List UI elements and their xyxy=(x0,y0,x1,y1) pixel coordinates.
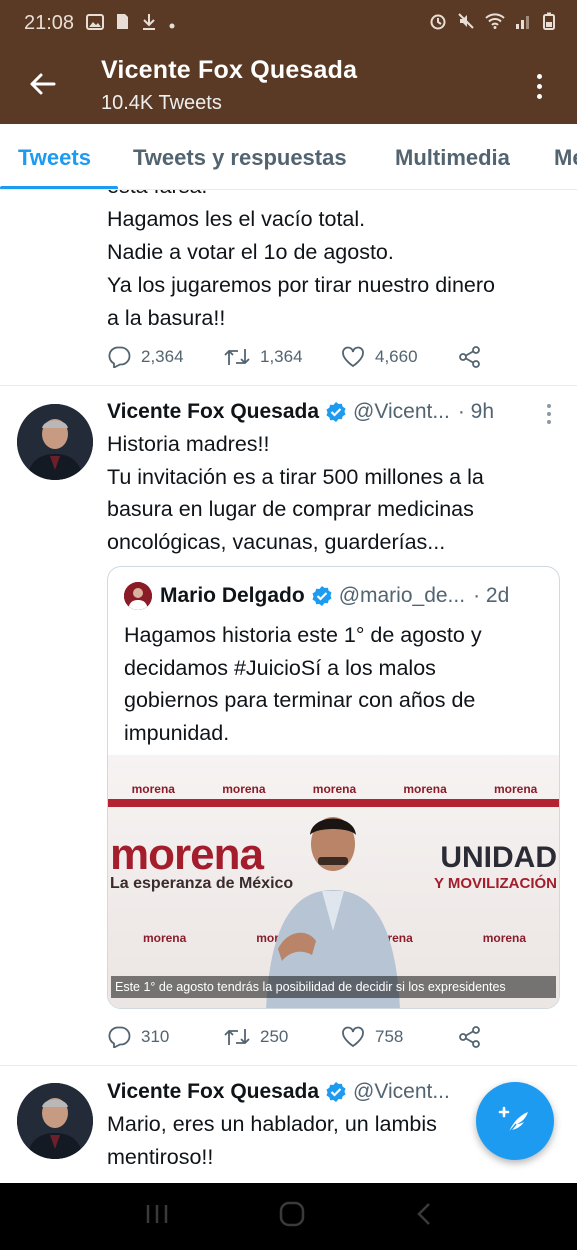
back-arrow-icon xyxy=(30,73,56,95)
tweet-header: Vicente Fox Quesada @Vicent... · 9h xyxy=(107,400,527,424)
system-back-button[interactable] xyxy=(416,1202,432,1231)
share-button[interactable] xyxy=(458,1026,482,1048)
tweet-text: esta farsa. Hagamos les el vacío total. … xyxy=(107,190,495,330)
dot-icon xyxy=(169,15,175,32)
media-slogan: UNIDAD xyxy=(440,841,557,874)
profile-title: Vicente Fox Quesada xyxy=(101,56,358,84)
share-icon xyxy=(459,346,480,368)
heart-icon xyxy=(342,346,364,368)
tab-media[interactable]: Multimedia xyxy=(395,145,510,171)
wifi-icon xyxy=(485,12,505,34)
back-button[interactable] xyxy=(22,64,62,104)
share-button[interactable] xyxy=(458,346,482,368)
retweet-icon xyxy=(224,349,250,365)
tab-likes[interactable]: Me xyxy=(554,145,577,171)
author-name[interactable]: Vicente Fox Quesada xyxy=(107,400,319,424)
heart-icon xyxy=(342,1026,364,1048)
verified-badge-icon xyxy=(325,1081,347,1103)
mute-icon xyxy=(457,12,475,35)
chevron-left-icon xyxy=(417,1203,430,1225)
signal-icon xyxy=(515,13,533,34)
tweet-feed[interactable]: esta farsa. Hagamos les el vacío total. … xyxy=(0,190,577,1183)
retweet-button[interactable]: 1,364 xyxy=(224,347,341,367)
reply-icon xyxy=(108,1026,131,1048)
tweet-actions: 2,364 1,364 4,660 xyxy=(107,346,482,368)
divider xyxy=(0,1065,577,1066)
retweet-icon xyxy=(224,1029,250,1045)
download-icon xyxy=(141,13,157,34)
recent-apps-icon xyxy=(146,1205,168,1223)
tweet-text: Historia madres!! Tu invitación es a tir… xyxy=(107,432,484,554)
quote-text: Hagamos historia este 1° de agosto y dec… xyxy=(124,623,482,745)
battery-icon xyxy=(543,12,555,35)
author-handle: @Vicent... xyxy=(353,400,450,423)
reply-button[interactable]: 310 xyxy=(107,1026,224,1048)
reply-button[interactable]: 2,364 xyxy=(107,346,224,368)
author-handle: @Vicent... xyxy=(353,1080,450,1103)
tweet-header: Vicente Fox Quesada @Vicent... xyxy=(107,1080,497,1104)
tab-tweets[interactable]: Tweets xyxy=(18,145,91,171)
quote-author-name: Mario Delgado xyxy=(160,584,305,607)
home-icon xyxy=(280,1201,305,1227)
tweet-menu-button[interactable] xyxy=(547,404,551,424)
quoted-tweet[interactable]: Mario Delgado @mario_de... · 2d Hagamos … xyxy=(107,566,560,1009)
avatar[interactable] xyxy=(17,1083,93,1159)
verified-badge-icon xyxy=(325,401,347,423)
share-icon xyxy=(459,1026,480,1048)
system-navigation-bar xyxy=(0,1183,577,1250)
status-bar: 21:08 xyxy=(0,0,577,46)
avatar[interactable] xyxy=(17,404,93,480)
verified-badge-icon xyxy=(311,585,333,607)
alarm-icon xyxy=(429,12,447,35)
quote-header: Mario Delgado @mario_de... · 2d xyxy=(124,582,509,610)
video-caption: Este 1° de agosto tendrás la posibilidad… xyxy=(111,976,556,998)
quote-avatar xyxy=(124,582,152,610)
media-slogan-2: Y MOVILIZACIÓN xyxy=(433,875,557,892)
recent-apps-button[interactable] xyxy=(145,1203,169,1230)
status-time: 21:08 xyxy=(24,11,75,34)
tweet-actions: 310 250 758 xyxy=(107,1026,482,1048)
gallery-icon xyxy=(86,13,105,33)
author-name[interactable]: Vicente Fox Quesada xyxy=(107,1080,319,1104)
video-thumbnail[interactable]: morena morena morena morena morena moren… xyxy=(108,755,559,1008)
quote-time: · 2d xyxy=(473,584,510,607)
quote-author-handle: @mario_de... xyxy=(338,584,466,607)
tweet-count: 10.4K Tweets xyxy=(101,92,222,114)
more-options-button[interactable] xyxy=(521,66,557,106)
tweet-time: · 9h xyxy=(457,400,495,423)
divider xyxy=(0,385,577,386)
sim-card-icon xyxy=(116,13,129,33)
retweet-button[interactable]: 250 xyxy=(224,1027,341,1047)
tab-tweets-replies[interactable]: Tweets y respuestas xyxy=(133,145,347,171)
like-button[interactable]: 758 xyxy=(341,1026,458,1048)
home-button[interactable] xyxy=(279,1201,305,1232)
profile-tabs: Tweets Tweets y respuestas Multimedia Me xyxy=(0,124,577,190)
media-logo-text: morena xyxy=(110,830,264,879)
compose-feather-icon xyxy=(498,1106,528,1135)
reply-icon xyxy=(108,346,131,368)
compose-tweet-button[interactable] xyxy=(476,1082,554,1160)
like-button[interactable]: 4,660 xyxy=(341,346,458,368)
app-bar: Vicente Fox Quesada 10.4K Tweets xyxy=(0,46,577,124)
